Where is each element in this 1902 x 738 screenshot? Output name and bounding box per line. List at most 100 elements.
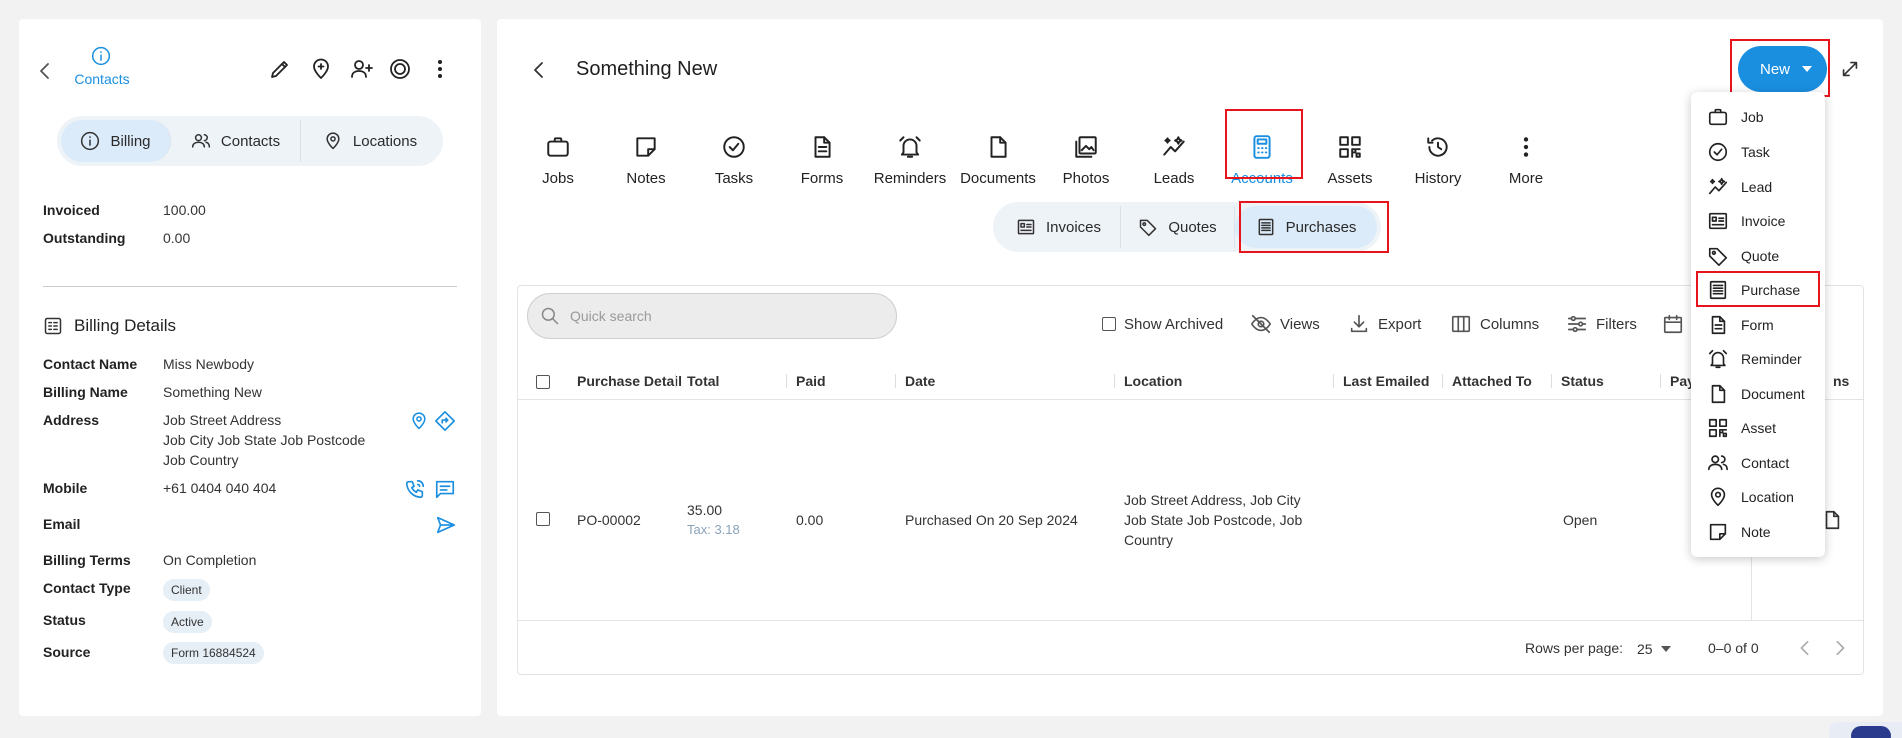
briefcase-icon (1707, 106, 1729, 128)
col-attached-to[interactable]: Attached To (1452, 364, 1532, 398)
location-pin-icon[interactable] (409, 410, 429, 432)
ban-icon[interactable] (388, 57, 412, 81)
col-last-emailed[interactable]: Last Emailed (1343, 364, 1429, 398)
export-button[interactable]: Export (1348, 307, 1421, 341)
tag-icon (1138, 217, 1158, 237)
tab-reminders[interactable]: Reminders (868, 119, 952, 201)
edit-icon[interactable] (268, 57, 292, 81)
tab-documents[interactable]: Documents (956, 119, 1040, 201)
subtab-invoices[interactable]: Invoices (997, 206, 1121, 248)
main-panel: Something New New Jobs Notes Tasks Forms… (497, 19, 1883, 716)
tab-label: More (1508, 169, 1544, 187)
menu-item-purchase[interactable]: Purchase (1691, 273, 1825, 307)
menu-item-label: Location (1741, 489, 1794, 505)
billing-details-icon (43, 316, 63, 336)
photos-icon (1073, 134, 1099, 160)
menu-item-asset[interactable]: Asset (1691, 411, 1825, 445)
col-divider (1660, 374, 1661, 388)
show-archived-checkbox[interactable] (1102, 317, 1116, 331)
search-input[interactable]: Quick search (527, 293, 897, 339)
tab-forms[interactable]: Forms (780, 119, 864, 201)
menu-item-form[interactable]: Form (1691, 308, 1825, 342)
tab-photos[interactable]: Photos (1044, 119, 1128, 201)
menu-item-job[interactable]: Job (1691, 100, 1825, 134)
tab-assets[interactable]: Assets (1308, 119, 1392, 201)
segment-locations[interactable]: Locations (301, 120, 439, 162)
menu-item-label: Quote (1741, 248, 1780, 264)
menu-item-document[interactable]: Document (1691, 377, 1825, 411)
menu-item-note[interactable]: Note (1691, 515, 1825, 549)
address-line1: Job Street Address (163, 412, 282, 428)
corner-widget-badge[interactable] (1829, 722, 1902, 738)
col-status[interactable]: Status (1561, 364, 1604, 398)
location-icon (1707, 486, 1729, 508)
tab-notes[interactable]: Notes (604, 119, 688, 201)
table-row[interactable]: PO-00002 35.00 Tax: 3.18 0.00 Purchased … (518, 400, 1863, 620)
select-all-checkbox[interactable] (536, 375, 550, 389)
col-location[interactable]: Location (1124, 364, 1182, 398)
tab-leads[interactable]: Leads (1132, 119, 1216, 201)
directions-icon[interactable] (434, 410, 456, 432)
send-email-icon[interactable] (435, 514, 457, 536)
info-icon[interactable] (91, 46, 111, 66)
menu-item-invoice[interactable]: Invoice (1691, 204, 1825, 238)
row-id[interactable]: PO-00002 (577, 510, 641, 530)
add-person-icon[interactable] (350, 57, 374, 81)
phone-call-icon[interactable] (404, 478, 426, 500)
accounts-subtabs: Invoices Quotes Purchases (993, 202, 1381, 252)
col-divider (675, 374, 676, 388)
calendar-icon[interactable] (1662, 313, 1684, 335)
col-date[interactable]: Date (905, 364, 935, 398)
col-paid[interactable]: Paid (796, 364, 826, 398)
menu-item-location[interactable]: Location (1691, 480, 1825, 514)
tab-accounts[interactable]: Accounts (1220, 119, 1304, 201)
filters-button[interactable]: Filters (1566, 307, 1637, 341)
row-location-line3: Country (1124, 532, 1174, 548)
subtab-purchases[interactable]: Purchases (1235, 206, 1377, 248)
subtab-quotes[interactable]: Quotes (1121, 206, 1235, 248)
columns-label: Columns (1480, 315, 1540, 333)
segment-contacts[interactable]: Contacts (171, 120, 301, 162)
col-total[interactable]: Total (687, 364, 719, 398)
prev-page-icon[interactable] (1797, 639, 1813, 657)
tab-more[interactable]: More (1484, 119, 1568, 201)
contacts-header-label[interactable]: Contacts (72, 71, 132, 87)
col-divider (1551, 374, 1552, 388)
columns-button[interactable]: Columns (1450, 307, 1539, 341)
rows-per-page-select[interactable]: 25 (1637, 638, 1677, 660)
views-button[interactable]: Views (1250, 307, 1320, 341)
expand-icon[interactable] (1839, 58, 1861, 80)
row-checkbox[interactable] (536, 512, 550, 526)
menu-item-task[interactable]: Task (1691, 135, 1825, 169)
menu-item-reminder[interactable]: Reminder (1691, 342, 1825, 376)
caret-down-icon (1802, 66, 1813, 72)
back-chevron-icon[interactable] (37, 61, 53, 81)
new-button[interactable]: New (1738, 46, 1827, 92)
more-vertical-icon[interactable] (428, 57, 452, 81)
menu-item-contact[interactable]: Contact (1691, 446, 1825, 480)
sms-icon[interactable] (434, 478, 456, 500)
tab-label: Reminders (873, 169, 947, 187)
show-archived-toggle[interactable]: Show Archived (1102, 307, 1223, 341)
document-icon (1707, 383, 1729, 405)
contact-type-label: Contact Type (43, 580, 131, 596)
contact-name-label: Contact Name (43, 356, 138, 372)
menu-item-lead[interactable]: Lead (1691, 170, 1825, 204)
next-page-icon[interactable] (1832, 639, 1848, 657)
tab-jobs[interactable]: Jobs (516, 119, 600, 201)
source-label: Source (43, 644, 91, 660)
col-purchase-detail[interactable]: Purchase Detail (577, 364, 682, 398)
add-location-icon[interactable] (309, 57, 333, 81)
new-button-label: New (1760, 60, 1791, 78)
tab-tasks[interactable]: Tasks (692, 119, 776, 201)
menu-item-label: Note (1741, 524, 1771, 540)
address-line2: Job City Job State Job Postcode (163, 432, 366, 448)
check-circle-icon (1707, 141, 1729, 163)
tab-history[interactable]: History (1396, 119, 1480, 201)
segment-billing[interactable]: Billing (61, 120, 171, 162)
back-chevron-icon[interactable] (531, 60, 547, 80)
col-actions[interactable]: ns (1833, 364, 1849, 398)
invoice-icon (1707, 210, 1729, 232)
segment-label: Contacts (220, 132, 281, 150)
menu-item-quote[interactable]: Quote (1691, 239, 1825, 273)
